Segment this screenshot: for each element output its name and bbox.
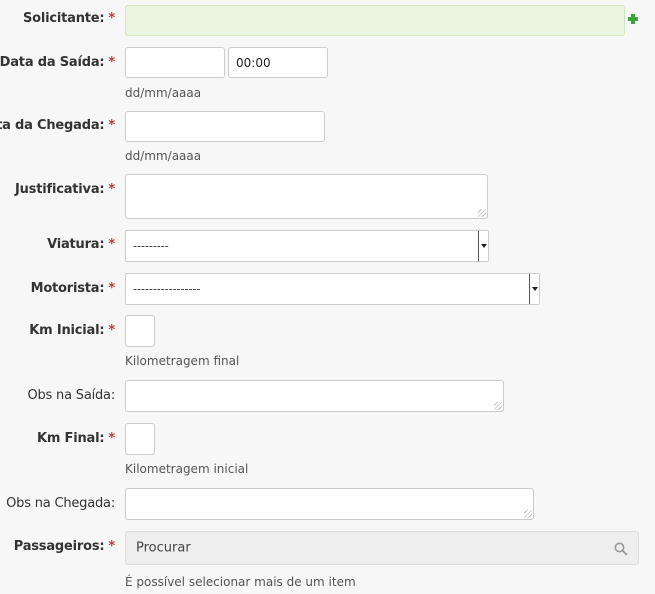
required-marker: * [108, 182, 115, 197]
chevron-down-icon[interactable] [478, 231, 488, 261]
required-marker: * [108, 281, 115, 296]
required-marker: * [108, 237, 115, 252]
label-km-final: Km Final: * [37, 431, 115, 446]
required-marker: * [108, 323, 115, 338]
row-motorista: Motorista: * ----------------- [0, 268, 655, 311]
trip-form: Solicitante: * Data da Saída: * 00:00 dd/m… [0, 0, 655, 594]
row-data-saida: Data da Saída: * 00:00 dd/mm/aaaa [0, 42, 655, 106]
required-marker: * [108, 55, 115, 70]
data-saida-time-input[interactable]: 00:00 [228, 47, 328, 78]
label-justificativa: Justificativa: * [14, 182, 115, 197]
motorista-selected: ----------------- [133, 282, 201, 296]
passageiros-help: É possível selecionar mais de um item [125, 575, 356, 589]
data-chegada-date-input[interactable] [125, 111, 325, 142]
solicitante-input[interactable] [125, 5, 625, 36]
chevron-down-icon[interactable] [529, 274, 539, 304]
row-obs-saida: Obs na Saída: [0, 374, 655, 419]
viatura-selected: --------- [133, 239, 169, 253]
viatura-select[interactable]: --------- [125, 230, 489, 262]
required-marker: * [108, 118, 115, 133]
data-saida-date-input[interactable] [125, 47, 225, 78]
motorista-select[interactable]: ----------------- [125, 273, 540, 305]
row-viatura: Viatura: * --------- [0, 226, 655, 269]
label-viatura: Viatura: * [47, 237, 115, 252]
row-km-inicial: Km Inicial: * Kilometragem final [0, 310, 655, 375]
row-km-final: Km Final: * Kilometragem inicial [0, 418, 655, 483]
data-chegada-help: dd/mm/aaaa [125, 149, 202, 163]
required-marker: * [108, 431, 115, 446]
label-data-chegada: Data da Chegada:* [0, 118, 115, 133]
label-data-saida: Data da Saída: * [0, 55, 115, 70]
km-inicial-help: Kilometragem final [125, 354, 240, 368]
label-motorista: Motorista: * [30, 281, 116, 296]
resize-handle[interactable] [524, 510, 532, 518]
required-marker: * [108, 11, 115, 26]
row-data-chegada: Data da Chegada:* dd/mm/aaaa [0, 105, 655, 169]
obs-chegada-textarea[interactable] [125, 488, 534, 520]
required-marker: * [108, 539, 115, 554]
time-value: 00:00 [236, 55, 271, 70]
label-solicitante: Solicitante: * [22, 11, 115, 26]
row-obs-chegada: Obs na Chegada: [0, 482, 655, 527]
obs-saida-textarea[interactable] [125, 380, 504, 412]
label-obs-chegada: Obs na Chegada: [6, 496, 115, 511]
resize-handle[interactable] [478, 209, 486, 217]
justificativa-textarea[interactable] [125, 174, 488, 219]
label-km-inicial: Km Inicial: * [29, 323, 115, 338]
plus-icon[interactable] [628, 14, 638, 24]
passageiros-placeholder: Procurar [136, 540, 191, 556]
row-justificativa: Justificativa: * [0, 168, 655, 227]
passageiros-search-input[interactable]: Procurar [125, 531, 639, 565]
data-saida-help: dd/mm/aaaa [125, 86, 202, 100]
resize-handle[interactable] [494, 402, 502, 410]
km-inicial-input[interactable] [125, 315, 155, 347]
km-final-help: Kilometragem inicial [125, 462, 249, 476]
row-solicitante: Solicitante: * [0, 0, 655, 43]
row-passageiros: Passageiros: * Procurar É possível seleci… [0, 526, 655, 594]
label-passageiros: Passageiros: * [13, 539, 115, 554]
km-final-input[interactable] [125, 423, 155, 455]
label-obs-saida: Obs na Saída: [27, 388, 115, 403]
search-icon[interactable] [614, 542, 628, 556]
